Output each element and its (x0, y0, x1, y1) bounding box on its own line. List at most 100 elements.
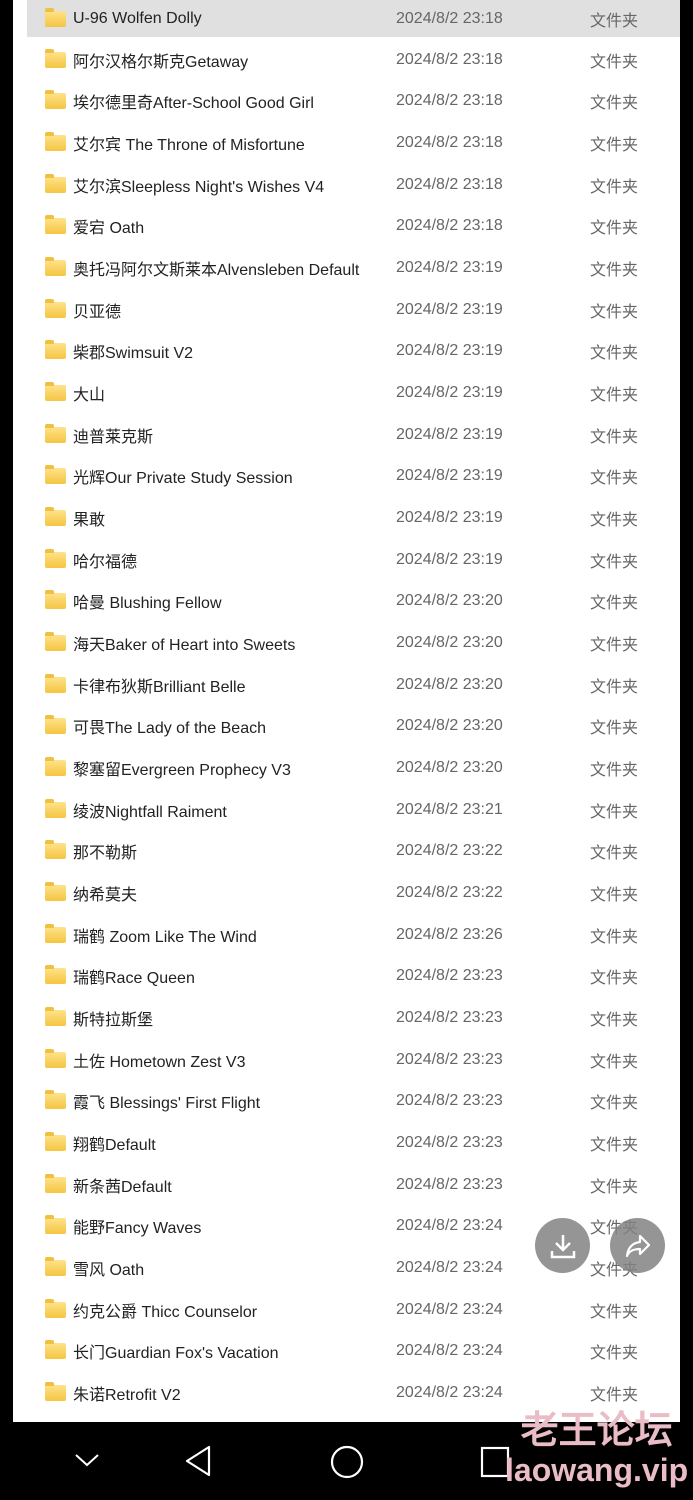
file-date: 2024/8/2 23:20 (396, 634, 503, 652)
file-date: 2024/8/2 23:23 (396, 967, 503, 985)
folder-icon (45, 7, 66, 27)
file-name: 哈曼 Blushing Fellow (73, 595, 222, 613)
file-date: 2024/8/2 23:23 (396, 1050, 503, 1068)
file-date: 2024/8/2 23:24 (396, 1259, 503, 1277)
file-row[interactable]: 土佐 Hometown Zest V3 2024/8/2 23:23 文件夹 (27, 1041, 680, 1079)
file-row[interactable]: 朱诺Retrofit V2 2024/8/2 23:24 文件夹 (27, 1374, 680, 1412)
file-type: 文件夹 (590, 1012, 639, 1030)
folder-icon (45, 590, 66, 610)
file-row[interactable]: 果敢 2024/8/2 23:19 文件夹 (27, 499, 680, 537)
file-date: 2024/8/2 23:18 (396, 9, 503, 27)
file-type: 文件夹 (590, 928, 639, 946)
file-row[interactable]: 爱宕 Oath 2024/8/2 23:18 文件夹 (27, 207, 680, 245)
file-row[interactable]: 绫波Nightfall Raiment 2024/8/2 23:21 文件夹 (27, 791, 680, 829)
file-name: 迪普莱克斯 (73, 428, 154, 446)
folder-icon (45, 257, 66, 277)
file-name: 雪风 Oath (73, 1262, 145, 1280)
file-type: 文件夹 (590, 387, 639, 405)
file-row[interactable]: 翔鹤Default 2024/8/2 23:23 文件夹 (27, 1124, 680, 1162)
file-name: 约克公爵 Thicc Counselor (73, 1303, 258, 1321)
file-row[interactable]: 瑞鹤Race Queen 2024/8/2 23:23 文件夹 (27, 957, 680, 995)
folder-icon (45, 298, 66, 318)
file-row[interactable]: 新条茜Default 2024/8/2 23:23 文件夹 (27, 1166, 680, 1204)
file-date: 2024/8/2 23:23 (396, 1134, 503, 1152)
watermark-text: 老王论坛 (520, 1410, 673, 1452)
folder-icon (45, 215, 66, 235)
file-name: 果敢 (73, 512, 106, 530)
file-name: 奥托冯阿尔文斯莱本Alvensleben Default (73, 262, 360, 280)
file-row[interactable]: 埃尔德里奇After-School Good Girl 2024/8/2 23:… (27, 82, 680, 120)
file-row[interactable]: 黎塞留Evergreen Prophecy V3 2024/8/2 23:20 … (27, 749, 680, 787)
file-row[interactable]: 可畏The Lady of the Beach 2024/8/2 23:20 文… (27, 707, 680, 745)
file-type: 文件夹 (590, 845, 639, 863)
file-date: 2024/8/2 23:20 (396, 592, 503, 610)
chevron-down-icon[interactable] (74, 1452, 100, 1468)
file-date: 2024/8/2 23:19 (396, 550, 503, 568)
file-name: 瑞鹤 Zoom Like The Wind (73, 928, 257, 946)
file-name: 绫波Nightfall Raiment (73, 803, 227, 821)
file-date: 2024/8/2 23:23 (396, 1092, 503, 1110)
folder-icon (45, 465, 66, 485)
folder-icon (45, 1048, 66, 1068)
file-row[interactable]: 霞飞 Blessings' First Flight 2024/8/2 23:2… (27, 1082, 680, 1120)
file-date: 2024/8/2 23:18 (396, 217, 503, 235)
folder-icon (45, 507, 66, 527)
file-name: 翔鹤Default (73, 1137, 156, 1155)
file-date: 2024/8/2 23:21 (396, 800, 503, 818)
file-row[interactable]: U-96 Wolfen Dolly 2024/8/2 23:18 文件夹 (27, 0, 680, 37)
file-name: 光辉Our Private Study Session (73, 470, 293, 488)
file-row[interactable]: 贝亚德 2024/8/2 23:19 文件夹 (27, 291, 680, 329)
folder-icon (45, 382, 66, 402)
file-row[interactable]: 光辉Our Private Study Session 2024/8/2 23:… (27, 457, 680, 495)
file-type: 文件夹 (590, 970, 639, 988)
file-row[interactable]: 长门Guardian Fox's Vacation 2024/8/2 23:24… (27, 1332, 680, 1370)
file-row[interactable]: 哈尔福德 2024/8/2 23:19 文件夹 (27, 541, 680, 579)
file-type: 文件夹 (590, 137, 639, 154)
folder-icon (45, 1257, 66, 1277)
file-date: 2024/8/2 23:22 (396, 884, 503, 902)
file-row[interactable]: 奥托冯阿尔文斯莱本Alvensleben Default 2024/8/2 23… (27, 249, 680, 287)
file-row[interactable]: 柴郡Swimsuit V2 2024/8/2 23:19 文件夹 (27, 332, 680, 370)
file-name: 能野Fancy Waves (73, 1220, 202, 1238)
file-date: 2024/8/2 23:22 (396, 842, 503, 860)
file-date: 2024/8/2 23:24 (396, 1384, 503, 1402)
file-type: 文件夹 (590, 678, 639, 696)
folder-icon (45, 548, 66, 568)
file-row[interactable]: 迪普莱克斯 2024/8/2 23:19 文件夹 (27, 416, 680, 454)
watermark: 老王论坛 laowang.vip (505, 1412, 688, 1486)
file-row[interactable]: 阿尔汉格尔斯克Getaway 2024/8/2 23:18 文件夹 (27, 41, 680, 79)
file-date: 2024/8/2 23:24 (396, 1300, 503, 1318)
folder-icon (45, 173, 66, 193)
download-button[interactable] (535, 1218, 590, 1273)
file-name: 大山 (73, 387, 106, 405)
file-row[interactable]: 斯特拉斯堡 2024/8/2 23:23 文件夹 (27, 999, 680, 1037)
file-row[interactable]: 哈曼 Blushing Fellow 2024/8/2 23:20 文件夹 (27, 582, 680, 620)
file-type: 文件夹 (590, 1387, 639, 1405)
back-triangle-icon[interactable] (183, 1444, 213, 1478)
file-row[interactable]: 艾尔宾 The Throne of Misfortune 2024/8/2 23… (27, 124, 680, 162)
file-type: 文件夹 (590, 220, 639, 238)
file-type: 文件夹 (590, 762, 639, 780)
file-date: 2024/8/2 23:19 (396, 259, 503, 277)
folder-icon (45, 48, 66, 68)
file-row[interactable]: 瑞鹤 Zoom Like The Wind 2024/8/2 23:26 文件夹 (27, 916, 680, 954)
file-type: 文件夹 (590, 1303, 639, 1321)
file-type: 文件夹 (590, 720, 639, 738)
folder-icon (45, 757, 66, 777)
folder-icon (45, 423, 66, 443)
file-row[interactable]: 卡律布狄斯Brilliant Belle 2024/8/2 23:20 文件夹 (27, 666, 680, 704)
home-circle-icon[interactable] (329, 1444, 365, 1480)
file-row[interactable]: 海天Baker of Heart into Sweets 2024/8/2 23… (27, 624, 680, 662)
file-name: 黎塞留Evergreen Prophecy V3 (73, 762, 291, 780)
file-type: 文件夹 (590, 887, 639, 905)
file-name: 霞飞 Blessings' First Flight (73, 1095, 261, 1113)
file-row[interactable]: 约克公爵 Thicc Counselor 2024/8/2 23:24 文件夹 (27, 1291, 680, 1329)
share-button[interactable] (610, 1218, 665, 1273)
file-row[interactable]: 那不勒斯 2024/8/2 23:22 文件夹 (27, 832, 680, 870)
file-row[interactable]: 艾尔滨Sleepless Night's Wishes V4 2024/8/2 … (27, 166, 680, 204)
folder-icon (45, 923, 66, 943)
file-type: 文件夹 (590, 262, 639, 280)
file-date: 2024/8/2 23:19 (396, 342, 503, 360)
file-row[interactable]: 大山 2024/8/2 23:19 文件夹 (27, 374, 680, 412)
file-row[interactable]: 纳希莫夫 2024/8/2 23:22 文件夹 (27, 874, 680, 912)
